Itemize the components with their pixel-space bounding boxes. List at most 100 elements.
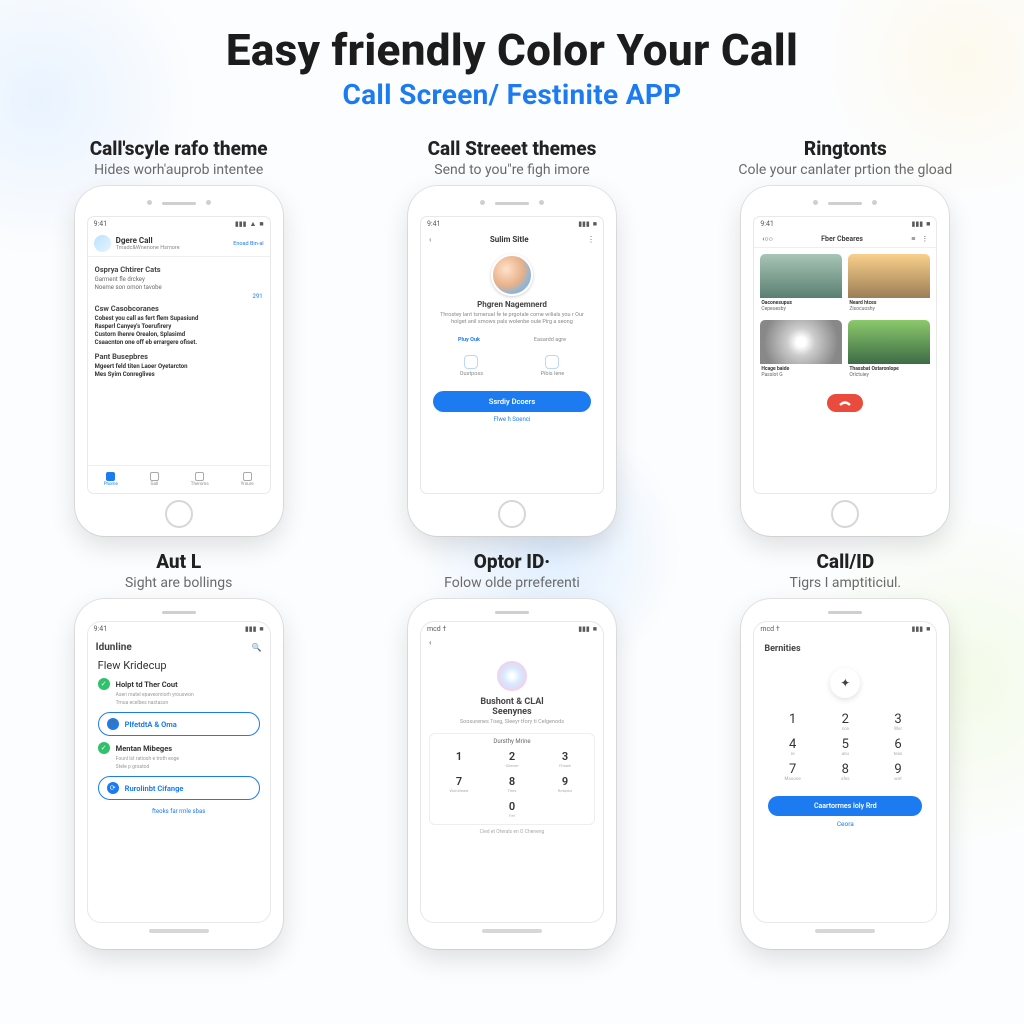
keypad-key[interactable]: 8Thes [487, 773, 537, 795]
keypad-key[interactable] [434, 798, 484, 820]
keypad-key[interactable] [540, 798, 590, 820]
list-item[interactable]: Rasperl Canyey's Toerufirery [95, 323, 263, 330]
list-item[interactable]: Mgeert feld titen Laoer Oyetarcton [95, 363, 263, 370]
tab-icon [195, 472, 204, 481]
dial-icon[interactable]: ✦ [830, 668, 860, 698]
dial-key[interactable]: 8sfes [827, 762, 864, 782]
action-label: Pluy Ouk [458, 337, 480, 343]
keypad-title: Dursthy Mrine [434, 738, 590, 745]
app-tagline: Tmadc&Wnenone Hsmore [116, 245, 229, 251]
secondary-link[interactable]: Flwe h Soenci [421, 416, 603, 423]
item-sub: Founl lst ratiosh e troth eoge [116, 756, 260, 762]
theme-thumb [848, 320, 930, 364]
back-button[interactable]: ‹ [429, 638, 431, 647]
keypad-key[interactable]: 2Citenre [487, 748, 537, 770]
button-icon: 🎵 [107, 718, 119, 730]
theme-card[interactable]: OaconesupusCepeuesby [760, 254, 842, 314]
keypad-key[interactable]: 3Fhswe [540, 748, 590, 770]
primary-button[interactable]: Caartorrnes loly Rrd [768, 796, 922, 816]
feature-grid: Call'scyle rafo theme Hides worh'auprob … [42, 137, 982, 949]
action-icon [464, 355, 478, 369]
contact-desc: Throstey lant tsmerual fe te prgotale co… [421, 309, 603, 329]
phone-mockup: mcd †▮▮▮■ ‹ Bushont & CLAl Seenynes Soos… [408, 599, 616, 949]
theme-card[interactable]: Neard htcesZisocuoshy [848, 254, 930, 314]
signal-icon: ▮▮▮ [245, 625, 257, 633]
status-label: mcd † [760, 625, 779, 633]
menu-icon[interactable]: ≡ [911, 235, 915, 243]
list-item[interactable]: Cobest you call as fert flem Supasiund [95, 315, 263, 322]
feature-sub: Send to you"re figh imore [434, 162, 589, 178]
list-item[interactable]: Csaacnton one off eb errargere ofiset. [95, 339, 263, 346]
phone-mockup: 9:41▮▮▮■ ‹○○ Fber Cbeares ≡⋮ Oaconesupus… [741, 186, 949, 536]
keypad-key[interactable]: 9Rotqdor [540, 773, 590, 795]
action-item[interactable]: Pibis lene [541, 355, 565, 377]
tab-label: Yroure [241, 482, 254, 487]
dial-key[interactable]: 5anu [827, 737, 864, 757]
signal-icon: ▮▮▮ [578, 625, 590, 633]
heading: Bushont & CLAl [421, 697, 603, 707]
header-link[interactable]: Enoad Bin-al [233, 241, 263, 247]
screen-title: Idunline [96, 642, 132, 653]
dial-key[interactable]: 7Msoone [774, 762, 811, 782]
keypad: Dursthy Mrine 1 2Citenre 3Fhswe 7Wonstea… [429, 733, 595, 825]
list-item[interactable]: Custorn Ihenre Orealon, Splasimd [95, 331, 263, 338]
page-heading: Flew Kridecup [88, 659, 270, 672]
tab-label: Gall [150, 482, 158, 487]
feature-cell: Call Streeet themes Send to you"re figh … [375, 137, 648, 536]
battery-icon: ■ [926, 220, 930, 228]
back-button[interactable]: ‹○○ [762, 235, 773, 243]
hangup-button[interactable] [827, 394, 863, 412]
pill-button[interactable]: ⟳Rurolinbt Cifange [98, 776, 260, 800]
card-sub: Passlot G [761, 372, 841, 378]
dial-key[interactable]: 9wot [880, 762, 917, 782]
page-title: Easy friendly Color Your Call [42, 24, 982, 76]
theme-card[interactable]: Thassbat OstaronlopeOrlctuiey [848, 320, 930, 380]
signal-icon: ▮▮▮ [912, 220, 924, 228]
heading: Seenynes [421, 707, 603, 717]
list-item[interactable]: Mes Syim Conreglives [95, 371, 263, 378]
contact-name: Phgren Nagemnerd [421, 300, 603, 309]
signal-icon: ▮▮▮ [912, 625, 924, 633]
dial-key[interactable]: 6teas [880, 737, 917, 757]
action-label: Easardd agre [534, 337, 566, 343]
check-icon: ✓ [98, 678, 110, 690]
tab-icon [243, 472, 252, 481]
action-item[interactable]: Pluy Ouk [458, 337, 480, 343]
theme-card[interactable]: Hcage baidePasslot G [760, 320, 842, 380]
primary-button[interactable]: Ssrdiy Dcoers [433, 391, 591, 412]
keypad-key[interactable]: 1 [434, 748, 484, 770]
feature-sub: Sight are bollings [125, 575, 232, 591]
dial-key[interactable]: 1 [774, 712, 811, 732]
tab-item[interactable]: Phome [104, 472, 118, 487]
screen-title: Bernities [754, 636, 936, 662]
keypad-key[interactable]: 0Fet [487, 798, 537, 820]
dial-key[interactable]: 4re [774, 737, 811, 757]
battery-icon: ■ [926, 625, 930, 633]
pill-button[interactable]: 🎵PlfetdtA & Oma [98, 712, 260, 736]
footer-link[interactable]: fteoks far rmle sbas [88, 808, 270, 815]
dial-key[interactable]: 3Wor [880, 712, 917, 732]
action-label: Pibis lene [541, 371, 565, 377]
tab-item[interactable]: Gall [150, 472, 159, 487]
search-icon[interactable]: 🔍 [252, 643, 262, 652]
phone-mockup: 9:41▮▮▮■ ‹ Sulim Sitle ⋮ Phgren Nagemner… [408, 186, 616, 536]
keypad-key[interactable]: 7Wonsteast [434, 773, 484, 795]
tab-icon [106, 472, 115, 481]
secondary-link[interactable]: Ceora [754, 820, 936, 828]
back-button[interactable]: ‹ [429, 235, 431, 244]
tab-label: Theroms [191, 482, 209, 487]
dial-key[interactable]: 2cce [827, 712, 864, 732]
more-button[interactable]: ⋮ [587, 235, 595, 244]
status-time: 9:41 [94, 625, 108, 633]
feature-sub: Hides worh'auprob intentee [94, 162, 263, 178]
more-icon[interactable]: ⋮ [921, 235, 928, 243]
tab-item[interactable]: Theroms [191, 472, 209, 487]
tab-bar: Phome Gall Theroms Yroure [88, 465, 270, 493]
action-item[interactable]: Oustposs [460, 355, 483, 377]
action-item[interactable]: Easardd agre [534, 337, 566, 343]
phone-screen: 9:41▮▮▮■ Idunline 🔍 Flew Kridecup ✓Holpt… [87, 621, 271, 923]
link[interactable]: 291 [95, 293, 263, 300]
section-heading: Osprya Chtirer Cats [95, 265, 263, 274]
tab-item[interactable]: Yroure [241, 472, 254, 487]
action-label: Oustposs [460, 371, 483, 377]
